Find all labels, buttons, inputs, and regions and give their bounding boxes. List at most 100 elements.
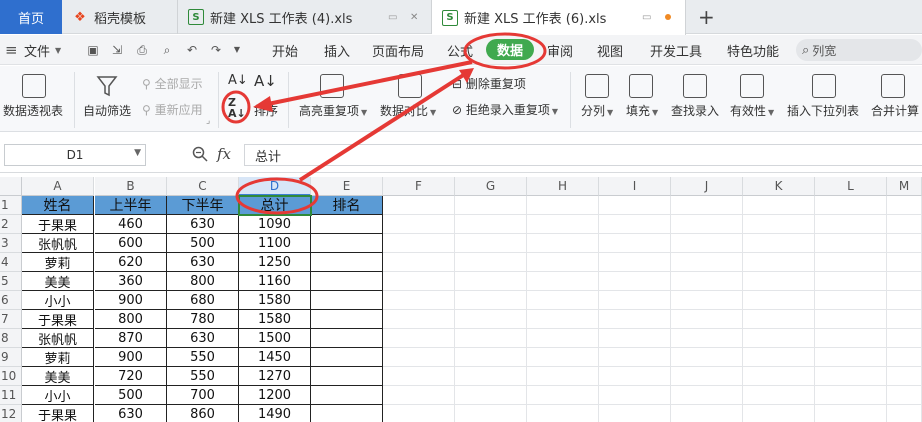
tab-home[interactable]: 首页 — [0, 0, 62, 34]
cell-D6[interactable]: 1580 — [239, 291, 311, 310]
cell-E11[interactable] — [311, 386, 383, 405]
row-header-3[interactable]: 3 — [0, 234, 22, 253]
cell-H2[interactable] — [527, 215, 599, 234]
cell-J7[interactable] — [671, 310, 743, 329]
hamburger-menu-icon[interactable]: ≡ — [5, 35, 18, 65]
cell-M1[interactable] — [887, 196, 922, 215]
cell-J9[interactable] — [671, 348, 743, 367]
spreadsheet-grid[interactable]: A B C D E F G H I J K L M 1 2 3 4 5 6 7 8 9 10 11 12 姓名 上半年 下半年 总计 排名… — [0, 177, 922, 422]
tab-daoke-templates[interactable]: ❖ 稻壳模板 — [62, 0, 178, 34]
cell-H12[interactable] — [527, 405, 599, 422]
cell-G12[interactable] — [455, 405, 527, 422]
cell-D4[interactable]: 1250 — [239, 253, 311, 272]
cell-B10[interactable]: 720 — [95, 367, 167, 386]
cell-I1[interactable] — [599, 196, 671, 215]
cell-J1[interactable] — [671, 196, 743, 215]
chevron-down-icon[interactable]: ▼ — [230, 43, 244, 57]
cell-D9[interactable]: 1450 — [239, 348, 311, 367]
cell-F4[interactable] — [383, 253, 455, 272]
cell-K3[interactable] — [743, 234, 815, 253]
file-menu[interactable]: 文件 ▼ — [24, 35, 61, 65]
cell-H5[interactable] — [527, 272, 599, 291]
tab-page-layout[interactable]: 页面布局 — [368, 35, 428, 65]
cell-B11[interactable]: 500 — [95, 386, 167, 405]
cell-I8[interactable] — [599, 329, 671, 348]
cell-D1[interactable]: 总计 — [239, 196, 311, 215]
cell-G7[interactable] — [455, 310, 527, 329]
cell-L11[interactable] — [815, 386, 887, 405]
cell-F7[interactable] — [383, 310, 455, 329]
cell-J12[interactable] — [671, 405, 743, 422]
column-header-C[interactable]: C — [167, 177, 239, 196]
cell-L4[interactable] — [815, 253, 887, 272]
cell-C12[interactable]: 860 — [167, 405, 239, 422]
cell-A12[interactable]: 于果果 — [22, 405, 94, 422]
cell-L1[interactable] — [815, 196, 887, 215]
cell-B5[interactable]: 360 — [95, 272, 167, 291]
redo-icon[interactable]: ↷ — [209, 43, 223, 57]
column-header-L[interactable]: L — [815, 177, 887, 196]
cell-L2[interactable] — [815, 215, 887, 234]
formula-input[interactable]: 总计 — [244, 144, 922, 166]
cell-M3[interactable] — [887, 234, 922, 253]
cell-F3[interactable] — [383, 234, 455, 253]
cell-A10[interactable]: 美美 — [22, 367, 94, 386]
cell-M9[interactable] — [887, 348, 922, 367]
cell-G8[interactable] — [455, 329, 527, 348]
print-icon[interactable]: ⎙ — [135, 43, 149, 57]
cell-L10[interactable] — [815, 367, 887, 386]
export-icon[interactable]: ⇲ — [110, 43, 124, 57]
cell-H3[interactable] — [527, 234, 599, 253]
row-header-9[interactable]: 9 — [0, 348, 22, 367]
cell-M10[interactable] — [887, 367, 922, 386]
cell-G6[interactable] — [455, 291, 527, 310]
cell-G1[interactable] — [455, 196, 527, 215]
undo-icon[interactable]: ↶ — [185, 43, 199, 57]
row-header-7[interactable]: 7 — [0, 310, 22, 329]
column-header-D[interactable]: D — [239, 177, 311, 196]
delete-duplicates-button[interactable]: ⊟ 删除重复项 — [452, 75, 526, 92]
command-search[interactable]: ⌕ 列宽 — [796, 39, 922, 61]
cell-E1[interactable]: 排名 — [311, 196, 383, 215]
cell-H10[interactable] — [527, 367, 599, 386]
cell-E8[interactable] — [311, 329, 383, 348]
cell-I10[interactable] — [599, 367, 671, 386]
tab-data[interactable]: 数据 — [486, 39, 535, 60]
cell-K11[interactable] — [743, 386, 815, 405]
cell-C4[interactable]: 630 — [167, 253, 239, 272]
cell-B1[interactable]: 上半年 — [95, 196, 167, 215]
cell-L3[interactable] — [815, 234, 887, 253]
cell-C1[interactable]: 下半年 — [167, 196, 239, 215]
tab-review[interactable]: 审阅 — [543, 35, 577, 65]
cell-F9[interactable] — [383, 348, 455, 367]
column-header-K[interactable]: K — [743, 177, 815, 196]
cell-E7[interactable] — [311, 310, 383, 329]
cell-J10[interactable] — [671, 367, 743, 386]
cell-B4[interactable]: 620 — [95, 253, 167, 272]
cell-I7[interactable] — [599, 310, 671, 329]
cell-K5[interactable] — [743, 272, 815, 291]
cell-B9[interactable]: 900 — [95, 348, 167, 367]
cell-G10[interactable] — [455, 367, 527, 386]
tab-insert[interactable]: 插入 — [320, 35, 354, 65]
cell-K2[interactable] — [743, 215, 815, 234]
cell-A11[interactable]: 小小 — [22, 386, 94, 405]
cell-J11[interactable] — [671, 386, 743, 405]
cell-A1[interactable]: 姓名 — [22, 196, 94, 215]
cell-F11[interactable] — [383, 386, 455, 405]
new-tab-button[interactable]: + — [698, 0, 718, 34]
tab-view[interactable]: 视图 — [593, 35, 627, 65]
cell-H6[interactable] — [527, 291, 599, 310]
cell-I11[interactable] — [599, 386, 671, 405]
show-all-button[interactable]: ⚲ 全部显示 — [142, 75, 203, 92]
cell-L8[interactable] — [815, 329, 887, 348]
cell-I5[interactable] — [599, 272, 671, 291]
cell-F12[interactable] — [383, 405, 455, 422]
cell-F6[interactable] — [383, 291, 455, 310]
reapply-button[interactable]: ⚲ 重新应用 — [142, 101, 203, 118]
cell-K10[interactable] — [743, 367, 815, 386]
cell-E5[interactable] — [311, 272, 383, 291]
row-header-8[interactable]: 8 — [0, 329, 22, 348]
cell-M2[interactable] — [887, 215, 922, 234]
cell-J4[interactable] — [671, 253, 743, 272]
